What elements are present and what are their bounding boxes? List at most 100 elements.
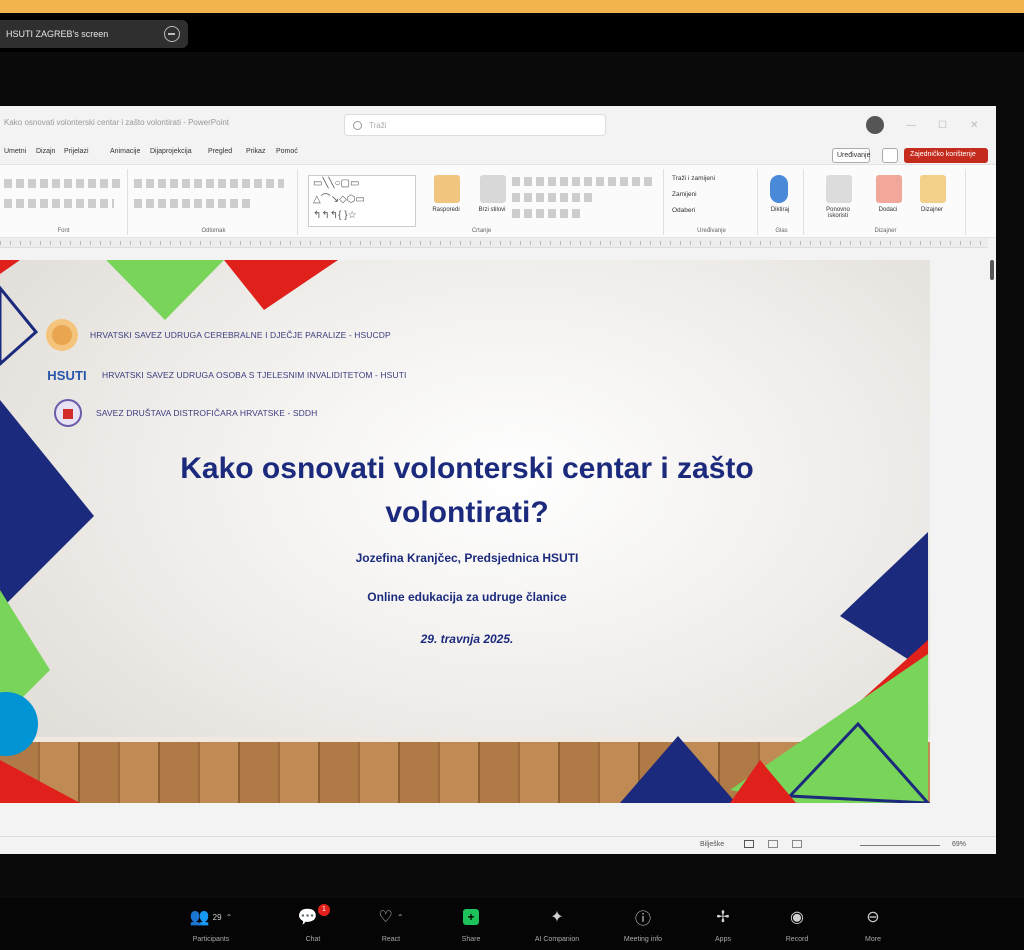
powerpoint-window: Kako osnovati volonterski centar i zašto… (0, 106, 996, 854)
chat-button[interactable]: 💬 1 ⌃ Chat (278, 904, 348, 943)
tab-view[interactable]: Prikaz (246, 148, 265, 155)
quick-styles-icon[interactable] (480, 175, 506, 203)
vertical-scrollbar[interactable] (988, 238, 996, 838)
ribbon-group-label: Glas (775, 228, 788, 234)
zoom-slider[interactable] (860, 845, 940, 846)
sharing-banner (0, 0, 1024, 13)
document-title: Kako osnovati volonterski centar i zašto… (4, 118, 229, 127)
shape-effects[interactable] (512, 209, 582, 218)
quick-styles-label: Brzi stilovi (478, 207, 506, 213)
sparkle-icon: ✦ (550, 909, 564, 926)
apps-button[interactable]: ✢ Apps (688, 904, 758, 943)
maximize-icon[interactable]: ☐ (938, 120, 947, 131)
close-icon[interactable]: ✕ (970, 120, 978, 131)
ribbon: Font Odlomak ▭╲╲○▢▭ △⌒↘◇⬡▭ ↰↰↰{ }☆ Raspore… (0, 164, 996, 238)
share-screen-icon: + (463, 909, 479, 925)
shape-fill[interactable] (512, 177, 652, 186)
participants-label: Participants (192, 936, 230, 943)
slide-sorter-icon[interactable] (768, 840, 778, 848)
ribbon-group-paragraph: Odlomak (130, 169, 298, 235)
hsucdp-logo (42, 318, 82, 352)
arrange-icon[interactable] (434, 175, 460, 203)
tab-review[interactable]: Pregled (208, 148, 232, 155)
shapes-gallery[interactable]: ▭╲╲○▢▭ △⌒↘◇⬡▭ ↰↰↰{ }☆ (308, 175, 416, 227)
minus-circle-icon[interactable] (164, 26, 180, 42)
ribbon-group-label: Uređivanje (697, 228, 726, 234)
org-name: SAVEZ DRUŠTAVA DISTROFIČARA HRVATSKE - S… (96, 408, 318, 418)
zoom-level[interactable]: 69% (952, 841, 966, 848)
chat-badge: 1 (318, 904, 330, 916)
tab-animations[interactable]: Animacije (110, 148, 140, 155)
tab-design[interactable]: Dizajn (36, 148, 55, 155)
horizontal-ruler (0, 238, 990, 248)
react-button[interactable]: ♡ ⌃ React (356, 904, 426, 943)
chevron-up-icon[interactable]: ⌃ (226, 913, 233, 922)
event-date: 29. travnja 2025. (420, 632, 514, 646)
normal-view-icon[interactable] (744, 840, 754, 848)
minimize-icon[interactable]: — (906, 120, 916, 131)
find-button[interactable]: Traži i zamijeni (672, 175, 715, 182)
microphone-icon[interactable] (770, 175, 788, 203)
slide-title-line-2: volontirati? (385, 496, 549, 529)
deco-red-corner (0, 260, 20, 274)
ribbon-group-font: Font (0, 169, 128, 235)
hsuti-logo: HSUTI (47, 367, 87, 383)
heart-icon: ♡ (378, 909, 393, 926)
ai-label: AI Companion (534, 936, 580, 943)
org-name: HRVATSKI SAVEZ UDRUGA OSOBA S TJELESNIM … (102, 370, 407, 380)
chat-label: Chat (305, 936, 321, 943)
share-screen-button[interactable]: + Share (436, 904, 506, 943)
arrange-label: Rasporedi (432, 207, 460, 213)
chevron-up-icon[interactable]: ⌃ (397, 913, 404, 922)
scrollbar-thumb[interactable] (990, 260, 994, 280)
ribbon-group-label: Dizajner (874, 228, 897, 234)
participants-button[interactable]: 👥 29 ⌃ Participants (176, 904, 246, 943)
record-button[interactable]: ◉ Record (762, 904, 832, 943)
designer-icon[interactable] (920, 175, 946, 203)
org-row-hsuti: HSUTI HRVATSKI SAVEZ UDRUGA OSOBA S TJEL… (40, 358, 406, 392)
record-label: Record (785, 936, 809, 943)
slide[interactable]: HRVATSKI SAVEZ UDRUGA CEREBRALNE I DJEČJ… (0, 260, 930, 803)
more-button[interactable]: ⊖ More (838, 904, 908, 943)
list-controls[interactable] (134, 179, 284, 188)
avatar[interactable] (866, 116, 884, 134)
tab-help[interactable]: Pomoć (276, 148, 298, 155)
deco-outline-left (0, 285, 39, 367)
select-button[interactable]: Odaberi (672, 207, 695, 214)
presenter-name: Jozefina Kranjčec, Predsjednica HSUTI (355, 551, 579, 565)
font-format-controls[interactable] (4, 199, 114, 208)
addins-label: Dodaci (878, 207, 898, 213)
slide-canvas: HRVATSKI SAVEZ UDRUGA CEREBRALNE I DJEČJ… (0, 248, 990, 834)
replace-button[interactable]: Zamijeni (672, 191, 697, 198)
ribbon-group-designer: Ponovno iskoristi Dodaci Dizajner Dizajn… (806, 169, 966, 235)
ribbon-group-label: Crtanje (471, 228, 492, 234)
tab-slideshow[interactable]: Dijaprojekcija (150, 148, 192, 155)
org-name: HRVATSKI SAVEZ UDRUGA CEREBRALNE I DJEČJ… (90, 330, 391, 340)
share-button[interactable]: Zajedničko korištenje (904, 148, 988, 163)
notes-button[interactable]: Bilješke (700, 841, 724, 848)
reuse-slides-icon[interactable] (826, 175, 852, 203)
deco-red-top (224, 260, 338, 310)
tab-transitions[interactable]: Prijelazi (64, 148, 89, 155)
shape-outline[interactable] (512, 193, 592, 202)
search-input[interactable]: Traži (344, 114, 606, 136)
meeting-info-button[interactable]: ⓘ Meeting info (608, 904, 678, 943)
ribbon-group-voice: Diktiraj Glas (760, 169, 804, 235)
reading-view-icon[interactable] (792, 840, 802, 848)
addins-icon[interactable] (876, 175, 902, 203)
comment-icon[interactable] (882, 148, 898, 163)
ai-companion-button[interactable]: ✦ AI Companion (522, 904, 592, 943)
ribbon-tabs: Umetni Dizajn Prijelazi Animacije Dijapr… (0, 146, 996, 163)
info-icon: ⓘ (634, 911, 651, 928)
editing-mode-button[interactable]: Uređivanje (832, 148, 870, 163)
font-controls[interactable] (4, 179, 122, 188)
align-controls[interactable] (134, 199, 254, 208)
ribbon-group-editing: Traži i zamijeni Zamijeni Odaberi Uređiv… (666, 169, 758, 235)
tab-insert[interactable]: Umetni (4, 148, 26, 155)
more-label: More (865, 936, 881, 943)
ribbon-group-label: Odlomak (201, 228, 226, 234)
record-icon: ◉ (790, 909, 804, 926)
reuse-label: Ponovno iskoristi (826, 207, 850, 219)
screen-share-indicator[interactable]: HSUTI ZAGREB's screen (0, 20, 188, 48)
more-icon: ⊖ (866, 909, 880, 926)
